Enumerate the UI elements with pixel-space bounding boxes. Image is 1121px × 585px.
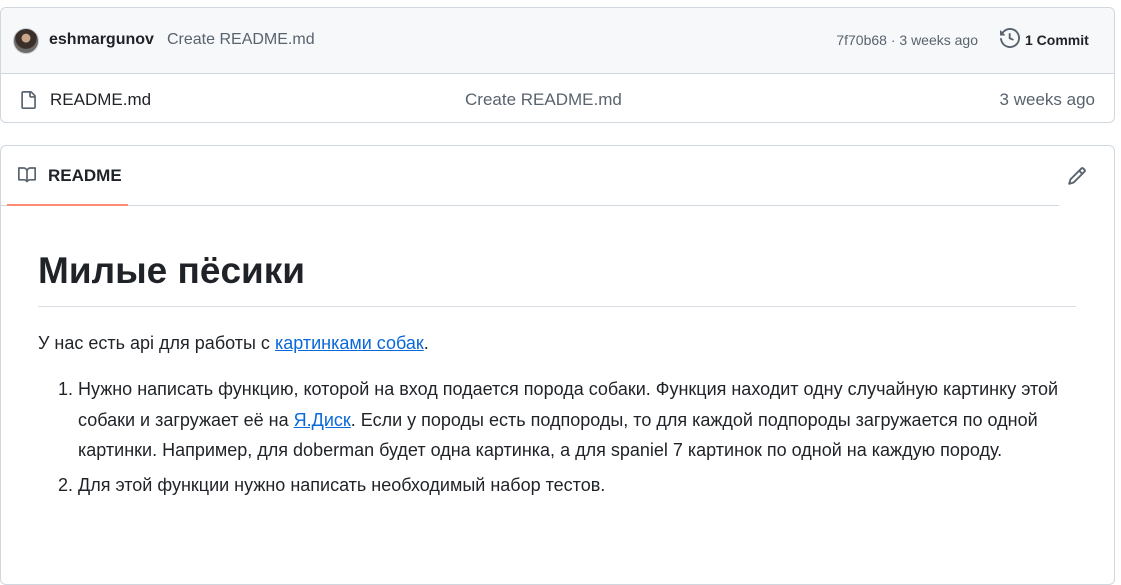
latest-commit-bar: eshmargunov Create README.md 7f70b68 · 3… [1, 8, 1114, 74]
task-list: Нужно написать функцию, которой на вход … [38, 374, 1076, 500]
pencil-icon[interactable] [1067, 166, 1087, 191]
intro-text: У нас есть api для работы с [38, 333, 275, 353]
dog-images-link[interactable]: картинками собак [275, 333, 424, 353]
task-2-text: Для этой функции нужно написать необходи… [78, 474, 606, 495]
yadisk-link[interactable]: Я.Диск [294, 410, 351, 430]
commit-author[interactable]: eshmargunov [49, 31, 154, 49]
commits-history-link[interactable]: 1 Commit [1000, 27, 1089, 51]
file-row[interactable]: README.md Create README.md 3 weeks ago [1, 74, 1114, 122]
list-item: Для этой функции нужно написать необходи… [78, 470, 1076, 501]
file-commit-message[interactable]: Create README.md [465, 90, 622, 110]
readme-title: Милые пёсики [38, 248, 1076, 307]
readme-intro: У нас есть api для работы с картинками с… [38, 328, 1076, 358]
commit-message[interactable]: Create README.md [167, 31, 315, 49]
readme-panel: README Милые пёсики У нас есть api для р… [0, 145, 1115, 585]
intro-end: . [423, 333, 429, 353]
clock-icon [1000, 27, 1021, 51]
commits-count: 1 Commit [1025, 31, 1089, 48]
readme-header-divider [1, 205, 1059, 206]
readme-tab-label: README [48, 166, 122, 185]
list-item: Нужно написать функцию, которой на вход … [78, 374, 1076, 466]
commit-hash-time[interactable]: 7f70b68 · 3 weeks ago [836, 32, 978, 48]
file-icon [19, 90, 37, 115]
file-name-link[interactable]: README.md [50, 90, 151, 110]
avatar[interactable] [13, 28, 39, 54]
file-age: 3 weeks ago [999, 90, 1095, 109]
tab-readme[interactable]: README [7, 146, 128, 206]
readme-header: README [1, 146, 1114, 206]
file-browser: eshmargunov Create README.md 7f70b68 · 3… [0, 7, 1115, 123]
readme-content: Милые пёсики У нас есть api для работы с… [38, 248, 1076, 504]
book-icon [17, 166, 37, 189]
